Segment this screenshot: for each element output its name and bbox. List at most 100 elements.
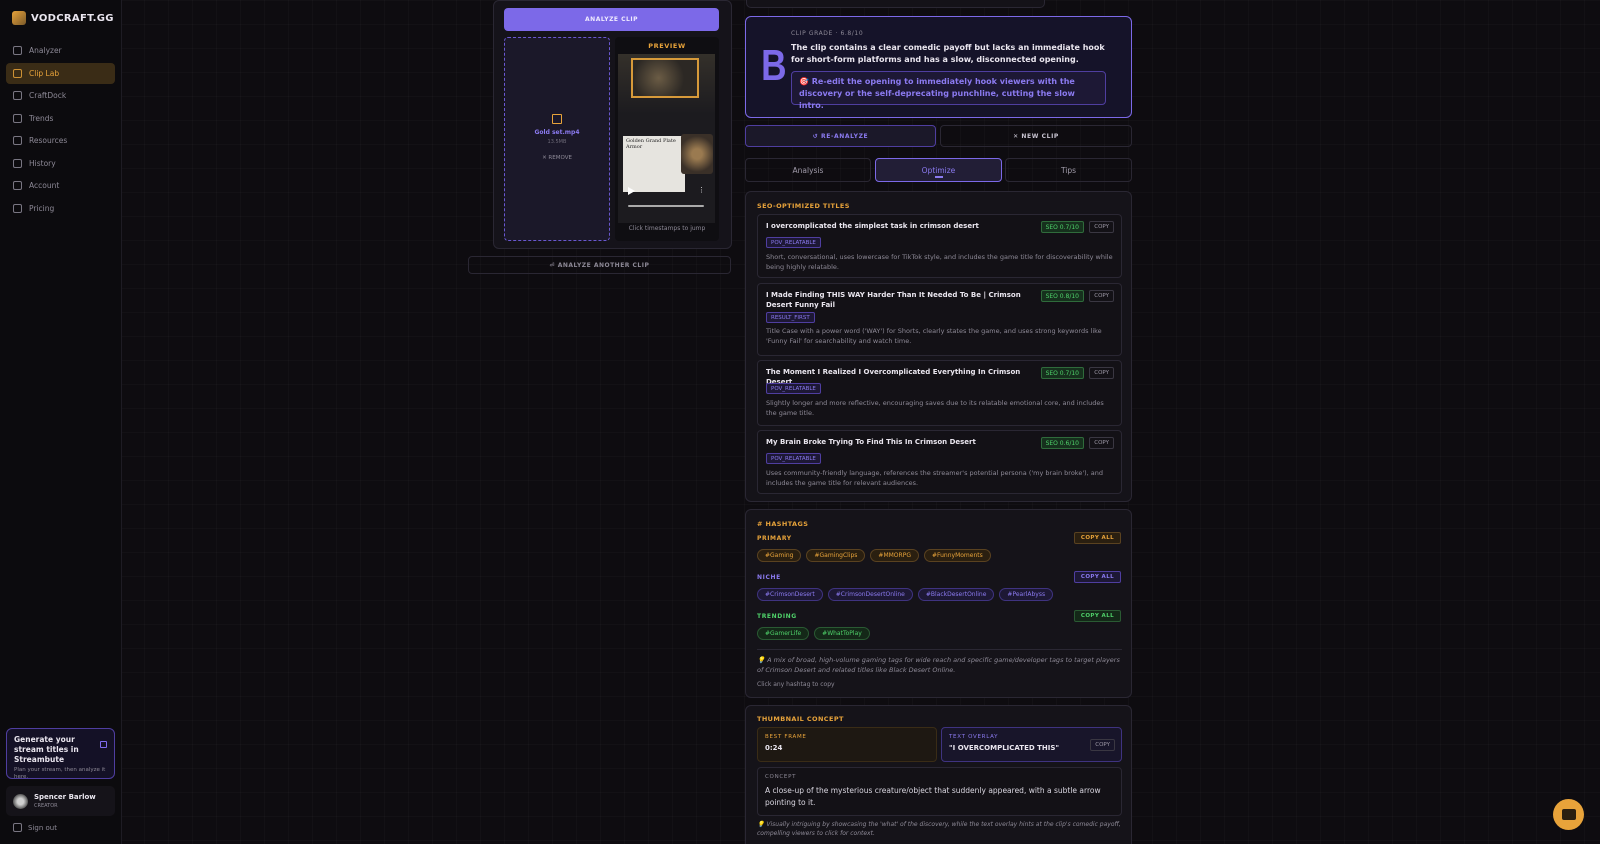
text-overlay-box: TEXT OVERLAY "I OVERCOMPLICATED THIS" CO… [941, 727, 1122, 762]
title-description: Short, conversational, uses lowercase fo… [766, 253, 1113, 271]
best-frame-box[interactable]: BEST FRAME 0:24 [757, 727, 937, 762]
sidebar-item-analyzer[interactable]: Analyzer [6, 40, 115, 61]
concept-label: CONCEPT [765, 774, 797, 780]
video-player[interactable]: Golden Grand Plate Armor ⋮ [618, 54, 715, 223]
copy-title-button[interactable]: COPY [1089, 290, 1114, 302]
copy-all-trending-button[interactable]: COPY ALL [1073, 610, 1121, 622]
hashtags-section: # HASHTAGS PRIMARY COPY ALL #Gaming #Gam… [745, 509, 1132, 698]
promo-title: Generate your stream titles in Streambut… [14, 735, 79, 764]
niche-hashtags: #CrimsonDesert #CrimsonDesertOnline #Bla… [757, 588, 1054, 601]
re-analyze-button[interactable]: ↺ RE-ANALYZE [745, 125, 936, 147]
hashtag-chip[interactable]: #FunnyMoments [923, 549, 991, 562]
sidebar-item-label: Resources [29, 136, 68, 145]
logo[interactable]: VODCRAFT.GG [12, 11, 114, 25]
hashtag-chip[interactable]: #GamerLife [757, 627, 810, 640]
sidebar-nav: Analyzer Clip Lab CraftDock Trends Resou… [6, 40, 115, 220]
copy-title-button[interactable]: COPY [1089, 367, 1114, 379]
folder-icon [13, 136, 22, 145]
section-title: SEO-OPTIMIZED TITLES [757, 202, 850, 210]
hashtag-chip[interactable]: #PearlAbyss [999, 588, 1054, 601]
game-character [681, 134, 713, 174]
film-icon [552, 114, 562, 124]
title-item: My Brain Broke Trying To Find This In Cr… [757, 430, 1122, 494]
trend-icon [13, 113, 22, 123]
sidebar-item-craftdock[interactable]: CraftDock [6, 85, 115, 106]
analyze-clip-button[interactable]: ANALYZE CLIP [504, 8, 719, 31]
tab-label: Analysis [792, 165, 824, 175]
chat-button[interactable] [1553, 799, 1584, 830]
user-card[interactable]: Spencer Barlow CREATOR [6, 786, 115, 816]
sparkles-icon [13, 46, 22, 55]
sign-out-button[interactable]: Sign out [13, 823, 57, 832]
sidebar-item-label: Pricing [29, 203, 55, 213]
sidebar-item-label: Clip Lab [29, 68, 60, 78]
top-input-stub [746, 0, 1045, 8]
tab-optimize[interactable]: Optimize [875, 158, 1002, 182]
hashtag-chip[interactable]: #CrimsonDesertOnline [827, 588, 913, 601]
app-name: VODCRAFT.GG [31, 12, 114, 24]
grid-icon [13, 91, 22, 100]
sidebar-item-label: Account [29, 181, 60, 190]
sidebar-item-history[interactable]: History [6, 153, 115, 174]
sidebar-item-pricing[interactable]: Pricing [6, 198, 115, 219]
external-link-icon [100, 741, 107, 748]
grade-tip: 🎯 Re-edit the opening to immediately hoo… [791, 71, 1106, 110]
title-text: I overcomplicated the simplest task in c… [766, 222, 979, 230]
file-size: 13.5MB [547, 139, 567, 145]
new-clip-button[interactable]: ✕ NEW CLIP [940, 125, 1132, 147]
hashtag-chip[interactable]: #WhatToPlay [814, 627, 870, 640]
hashtag-chip[interactable]: #GamingClips [806, 549, 866, 562]
preview-footer: Click timestamps to jump [628, 225, 706, 232]
seo-score-badge: SEO 0.7/10 [1040, 367, 1084, 379]
video-progress-bar[interactable] [628, 205, 704, 207]
copy-all-niche-button[interactable]: COPY ALL [1073, 571, 1121, 583]
preview-label: PREVIEW [648, 42, 686, 50]
hashtag-chip[interactable]: #Gaming [757, 549, 802, 562]
hashtag-chip[interactable]: #BlackDesertOnline [917, 588, 995, 601]
title-tag: POV_RELATABLE [766, 453, 821, 464]
thumbnail-note: 💡 Visually intriguing by showcasing the … [757, 821, 1121, 837]
webcam-overlay [631, 58, 699, 98]
tab-label: Tips [1060, 165, 1077, 175]
title-item: I Made Finding THIS WAY Harder Than It N… [757, 283, 1122, 356]
tab-analysis[interactable]: Analysis [745, 158, 871, 182]
sidebar-item-clip-lab[interactable]: Clip Lab [6, 62, 115, 84]
title-item: I overcomplicated the simplest task in c… [757, 214, 1122, 278]
title-text: My Brain Broke Trying To Find This In Cr… [766, 438, 976, 446]
copy-title-button[interactable]: COPY [1089, 221, 1114, 233]
title-description: Title Case with a power word ('WAY') for… [766, 327, 1102, 345]
tab-label: Optimize [921, 165, 956, 175]
user-icon [13, 181, 22, 190]
hashtag-chip[interactable]: #CrimsonDesert [757, 588, 823, 601]
clip-grade-card: B CLIP GRADE · 6.8/10 The clip contains … [745, 16, 1132, 118]
play-icon[interactable] [628, 187, 635, 195]
sidebar-item-label: CraftDock [29, 91, 67, 100]
copy-all-primary-button[interactable]: COPY ALL [1073, 532, 1121, 544]
game-item-panel: Golden Grand Plate Armor [623, 136, 685, 192]
sidebar-item-account[interactable]: Account [6, 175, 115, 196]
analyze-clip-label: ANALYZE CLIP [585, 16, 638, 23]
copy-overlay-button[interactable]: COPY [1090, 739, 1115, 751]
title-item: The Moment I Realized I Overcomplicated … [757, 360, 1122, 426]
logo-icon [12, 11, 26, 25]
streambute-promo[interactable]: Generate your stream titles in Streambut… [6, 728, 115, 780]
hashtag-chip[interactable]: #MMORPG [870, 549, 919, 562]
grade-letter: B [761, 41, 787, 90]
more-options-icon[interactable]: ⋮ [698, 186, 705, 194]
hashtag-group-label: TRENDING [757, 613, 797, 620]
seo-score-badge: SEO 0.8/10 [1040, 290, 1084, 302]
tab-tips[interactable]: Tips [1005, 158, 1132, 182]
thumbnail-section: THUMBNAIL CONCEPT BEST FRAME 0:24 TEXT O… [745, 705, 1132, 844]
clock-icon [13, 158, 22, 168]
text-overlay-label: TEXT OVERLAY [949, 734, 999, 740]
analyze-another-clip-button[interactable]: ⏎ ANALYZE ANOTHER CLIP [468, 256, 731, 274]
hashtag-group-label: PRIMARY [757, 535, 792, 542]
section-title: THUMBNAIL CONCEPT [757, 715, 844, 723]
primary-hashtags: #Gaming #GamingClips #MMORPG #FunnyMomen… [757, 549, 991, 562]
sidebar-item-resources[interactable]: Resources [6, 130, 115, 151]
clip-dropzone[interactable]: Gold set.mp4 13.5MB ✕ REMOVE [504, 37, 610, 241]
remove-file-button[interactable]: ✕ REMOVE [505, 155, 609, 161]
sidebar-item-trends[interactable]: Trends [6, 108, 115, 129]
promo-subtitle: Plan your stream, then analyze it here. [14, 767, 106, 780]
copy-title-button[interactable]: COPY [1089, 437, 1114, 449]
